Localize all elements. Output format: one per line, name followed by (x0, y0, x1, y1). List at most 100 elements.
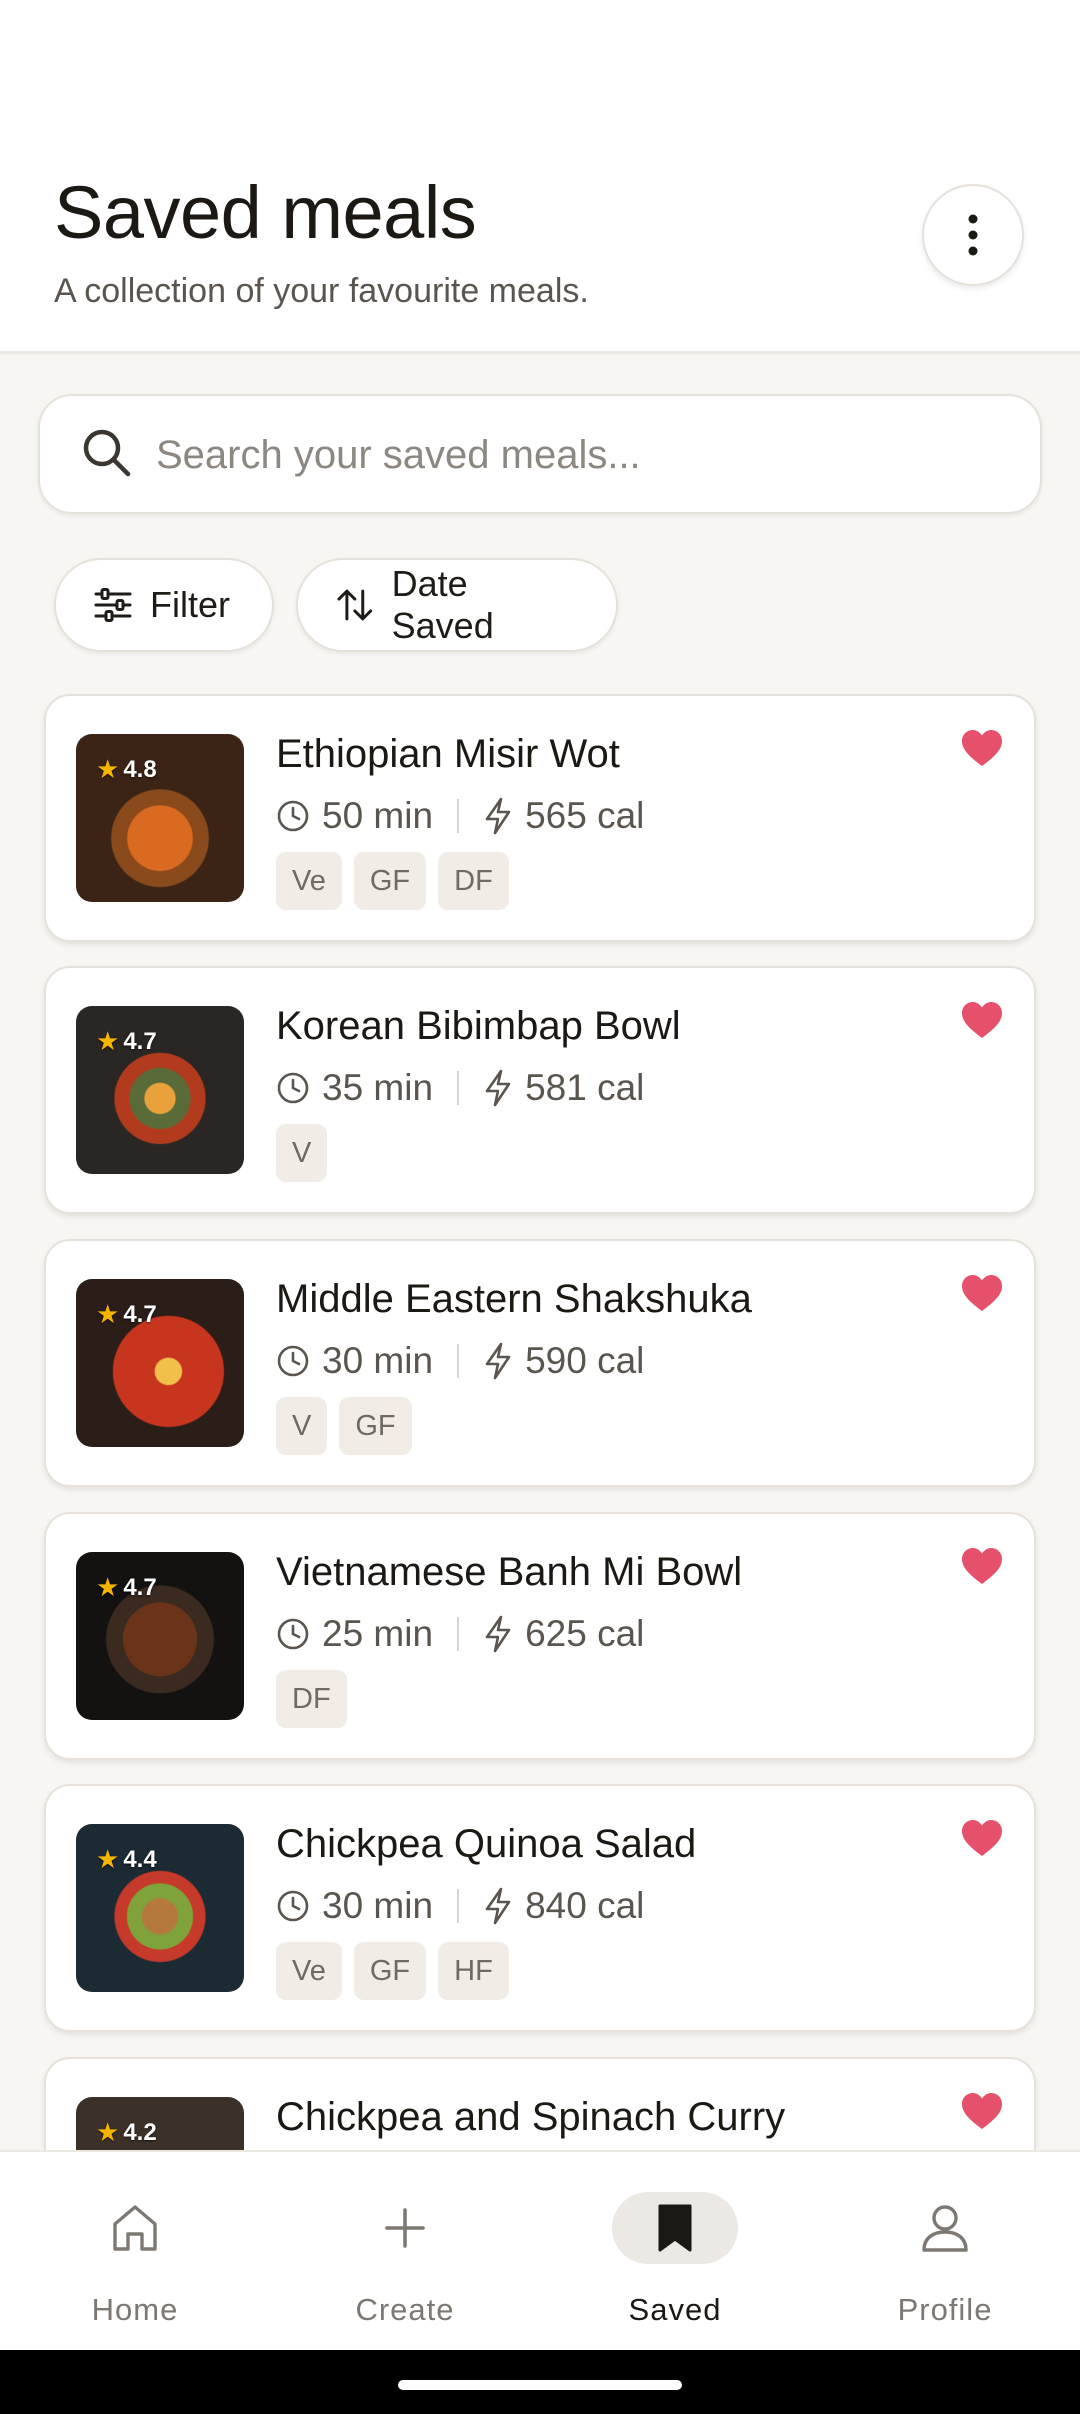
meal-thumbnail: ★ 4.7 (76, 1279, 244, 1447)
meal-calories-value: 581 cal (525, 1067, 645, 1108)
search-bar[interactable] (38, 394, 1042, 514)
nav-item-home[interactable]: Home (0, 2152, 270, 2352)
nav-label: Create (355, 2292, 455, 2327)
meal-calories: 590 cal (483, 1340, 644, 1382)
favorite-button[interactable] (960, 2091, 1004, 2136)
rating-value: 4.7 (123, 1573, 157, 1601)
meal-calories: 625 cal (483, 1613, 644, 1655)
diet-tag: Ve (276, 1942, 342, 2000)
filter-button[interactable]: Filter (54, 558, 274, 652)
meal-title: Ethiopian Misir Wot (276, 732, 620, 776)
meal-meta: 25 min 625 cal (276, 1610, 644, 1658)
favorite-button[interactable] (960, 1818, 1004, 1863)
more-vertical-icon (968, 214, 978, 256)
rating-value: 4.4 (123, 1845, 157, 1873)
lightning-icon (485, 1887, 511, 1925)
meal-calories-value: 590 cal (525, 1340, 645, 1381)
page-subtitle: A collection of your favourite meals. (54, 272, 589, 310)
diet-tag: V (276, 1397, 328, 1455)
meal-card[interactable]: ★ 4.7 Korean Bibimbap Bowl 35 min 581 cal V (44, 966, 1036, 1214)
diet-tag: DF (438, 852, 509, 910)
meta-divider (457, 1071, 460, 1105)
diet-tags: Ve GF DF (276, 852, 509, 910)
meal-time: 25 min (276, 1613, 433, 1655)
diet-tags: DF (276, 1670, 347, 1728)
rating-value: 4.7 (123, 1027, 157, 1055)
meta-divider (457, 1344, 460, 1378)
nav-icon-container (612, 2192, 738, 2264)
favorite-button[interactable] (960, 1546, 1004, 1591)
diet-tag: GF (339, 1397, 412, 1455)
diet-tag: V (276, 1124, 328, 1182)
plus-icon (385, 2208, 425, 2248)
star-icon: ★ (96, 754, 120, 784)
meal-time: 30 min (276, 1885, 433, 1927)
meal-calories: 581 cal (483, 1067, 644, 1109)
nav-item-saved[interactable]: Saved (540, 2152, 810, 2352)
bookmark-icon (658, 2204, 692, 2252)
rating-badge: ★ 4.7 (96, 1572, 157, 1603)
heart-icon (962, 1548, 1002, 1584)
diet-tags: V (276, 1124, 328, 1182)
meal-meta: 30 min 590 cal (276, 1337, 644, 1385)
heart-icon (962, 2093, 1002, 2129)
nav-item-profile[interactable]: Profile (810, 2152, 1080, 2352)
meal-meta: 35 min 581 cal (276, 1064, 644, 1112)
meal-card[interactable]: ★ 4.7 Middle Eastern Shakshuka 30 min 590 ca… (44, 1239, 1036, 1487)
meal-thumbnail: ★ 4.2 (76, 2097, 244, 2150)
heart-icon (962, 730, 1002, 766)
meal-title: Vietnamese Banh Mi Bowl (276, 1550, 743, 1594)
favorite-button[interactable] (960, 728, 1004, 773)
rating-badge: ★ 4.7 (96, 1299, 157, 1330)
favorite-button[interactable] (960, 1000, 1004, 1045)
rating-value: 4.8 (123, 755, 157, 783)
meal-thumbnail: ★ 4.7 (76, 1552, 244, 1720)
meal-time-value: 35 min (322, 1067, 434, 1108)
meal-card[interactable]: ★ 4.2 Chickpea and Spinach Curry (44, 2057, 1036, 2150)
star-icon: ★ (96, 1026, 120, 1056)
heart-icon (962, 1820, 1002, 1856)
more-options-button[interactable] (922, 184, 1024, 286)
meal-title: Chickpea Quinoa Salad (276, 1822, 697, 1866)
nav-item-create[interactable]: Create (270, 2152, 540, 2352)
meal-time-value: 30 min (322, 1885, 434, 1926)
page-title: Saved meals (54, 171, 477, 254)
clock-icon (277, 1345, 309, 1377)
meal-title: Chickpea and Spinach Curry (276, 2095, 786, 2139)
meal-thumbnail: ★ 4.4 (76, 1824, 244, 1992)
search-input[interactable] (156, 416, 1006, 494)
rating-badge: ★ 4.7 (96, 1026, 157, 1057)
meta-divider (457, 1617, 460, 1651)
nav-label: Home (91, 2292, 179, 2327)
meal-card[interactable]: ★ 4.8 Ethiopian Misir Wot 50 min 565 cal Ve GF… (44, 694, 1036, 942)
home-indicator[interactable] (398, 2380, 682, 2390)
meal-thumbnail: ★ 4.7 (76, 1006, 244, 1174)
favorite-button[interactable] (960, 1273, 1004, 1318)
meal-title: Korean Bibimbap Bowl (276, 1004, 681, 1048)
nav-icon-container (342, 2192, 468, 2264)
meta-divider (457, 1889, 460, 1923)
diet-tag: Ve (276, 852, 342, 910)
heart-icon (962, 1275, 1002, 1311)
meal-meta: 50 min 565 cal (276, 792, 644, 840)
meal-calories-value: 625 cal (525, 1613, 645, 1654)
diet-tags: V GF (276, 1397, 412, 1455)
meal-calories-value: 840 cal (525, 1885, 645, 1926)
sort-button[interactable]: Date Saved (296, 558, 618, 652)
nav-icon-container (882, 2192, 1008, 2264)
star-icon: ★ (96, 2117, 120, 2147)
meal-card[interactable]: ★ 4.7 Vietnamese Banh Mi Bowl 25 min 625 cal… (44, 1512, 1036, 1760)
rating-value: 4.7 (123, 1300, 157, 1328)
meal-card[interactable]: ★ 4.4 Chickpea Quinoa Salad 30 min 840 cal Ve… (44, 1784, 1036, 2032)
star-icon: ★ (96, 1572, 120, 1602)
sliders-icon (94, 588, 132, 622)
diet-tag: HF (438, 1942, 509, 2000)
meal-calories: 565 cal (483, 795, 644, 837)
meta-divider (457, 799, 460, 833)
rating-badge: ★ 4.8 (96, 754, 157, 785)
meal-time: 50 min (276, 795, 433, 837)
nav-label: Saved (628, 2292, 722, 2327)
rating-badge: ★ 4.4 (96, 1844, 157, 1875)
clock-icon (277, 1890, 309, 1922)
search-icon (83, 429, 131, 477)
